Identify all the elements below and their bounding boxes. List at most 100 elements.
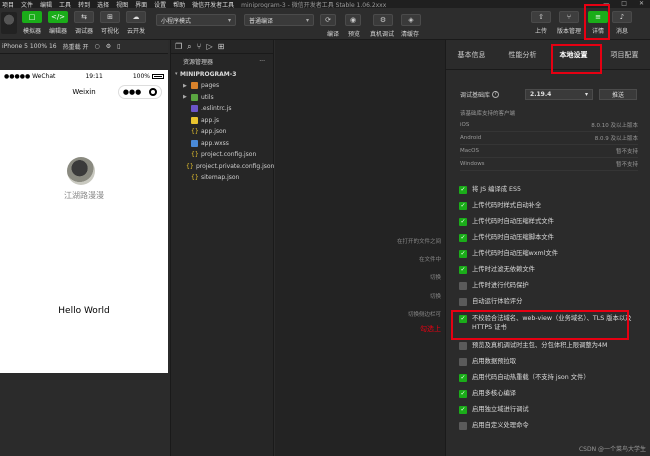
refresh-icon[interactable]: ⟳ (320, 14, 336, 26)
debug-run-icon[interactable]: ▷ (206, 42, 212, 51)
menu-item[interactable]: 转到 (78, 0, 90, 9)
avatar[interactable] (67, 157, 95, 185)
hotreload-select[interactable]: 热重载 开 (63, 42, 89, 51)
setting-option[interactable]: ✓ 上传代码时自动压缩脚本文件 (459, 233, 639, 242)
support-row: Android 8.0.9 及以上版本 (460, 132, 638, 145)
version-button[interactable]: ⑂ 版本管理 (557, 11, 581, 35)
file-item[interactable]: {} app.json (171, 126, 273, 138)
file-item[interactable]: app.wxss (171, 138, 273, 150)
checkbox-checked[interactable]: ✓ (459, 217, 467, 226)
clearcache-label[interactable]: 清缓存 (401, 29, 419, 38)
eye-icon[interactable]: ◉ (345, 14, 361, 26)
settings-icon[interactable]: ⚙ (106, 43, 111, 50)
file-item[interactable]: ▶ utils (171, 92, 273, 104)
compile-select[interactable]: 普通编译 ▾ (244, 14, 314, 26)
extensions-icon[interactable]: ⊞ (218, 42, 225, 51)
checkbox-unchecked[interactable] (459, 341, 467, 350)
js-file-icon (191, 116, 198, 124)
shortcut-hint: 切换 (429, 294, 441, 300)
support-status: 8.0.9 及以上版本 (594, 136, 638, 142)
layers-icon[interactable]: ◈ (401, 14, 421, 26)
cloud-button[interactable]: ☁ 云开发 (125, 11, 147, 35)
help-icon[interactable]: ? (492, 91, 500, 98)
checkbox-checked[interactable]: ✓ (459, 185, 467, 194)
maximize-icon[interactable]: □ (621, 0, 627, 7)
upload-button[interactable]: ⇧ 上传 (530, 11, 552, 35)
library-version-select[interactable]: 2.19.4 ▾ (525, 89, 594, 100)
menu-item[interactable]: 视图 (116, 0, 128, 9)
tab-basic-info[interactable]: 基本信息 (446, 50, 497, 60)
file-item[interactable]: .eslintrc.js (171, 103, 273, 115)
menu-item[interactable]: 编辑 (40, 0, 52, 9)
device-select[interactable]: iPhone 5 100% 16 (2, 43, 57, 50)
stop-icon[interactable]: ○ (95, 43, 100, 50)
tab-performance[interactable]: 性能分析 (497, 50, 548, 60)
menu-item[interactable]: 项目 (2, 0, 14, 9)
setting-option[interactable]: 启用自定义处理命令 (459, 421, 639, 430)
menu-item[interactable]: 微信开发者工具 (192, 0, 234, 9)
user-avatar-small[interactable] (1, 12, 17, 34)
setting-option[interactable]: ✓ 启用多核心编译 (459, 389, 639, 398)
checkbox-unchecked[interactable] (459, 281, 467, 290)
editor-button[interactable]: </> 编辑器 (47, 11, 69, 35)
mode-select[interactable]: 小程序模式 ▾ (156, 14, 236, 26)
checkbox-checked[interactable]: ✓ (459, 201, 467, 210)
simulator-button[interactable]: □ 模拟器 (21, 11, 43, 35)
capsule-menu[interactable]: ●●● (118, 85, 162, 99)
setting-option[interactable]: 启用数据预拉取 (459, 357, 639, 366)
support-row: Windows 暂不支持 (460, 158, 638, 171)
git-icon[interactable]: ⑂ (197, 42, 202, 51)
realdebug-icon[interactable]: ⚙ (373, 14, 393, 26)
setting-option[interactable]: ✓ 上传代码时样式自动补全 (459, 201, 639, 210)
preview-label[interactable]: 预览 (348, 29, 360, 38)
checkbox-unchecked[interactable] (459, 297, 467, 306)
checkbox-unchecked[interactable] (459, 357, 467, 366)
menu-item[interactable]: 帮助 (173, 0, 185, 9)
realdebug-label[interactable]: 真机调试 (370, 29, 394, 38)
checkbox-checked[interactable]: ✓ (459, 249, 467, 258)
compile-label[interactable]: 编译 (327, 29, 339, 38)
tab-project-config[interactable]: 项目配置 (599, 50, 650, 60)
more-icon[interactable]: ··· (259, 58, 265, 65)
file-item[interactable]: {} project.config.json (171, 149, 273, 161)
visual-button[interactable]: ⊞ 可视化 (99, 11, 121, 35)
menu-item[interactable]: 选择 (97, 0, 109, 9)
setting-option[interactable]: ✓ 启用独立域进行调试 (459, 405, 639, 414)
setting-option[interactable]: ✓ 将 JS 编译成 ES5 (459, 185, 639, 194)
files-icon[interactable]: ❐ (175, 42, 182, 51)
setting-option[interactable]: ✓ 上传代码时自动压缩样式文件 (459, 217, 639, 226)
close-target-icon[interactable] (149, 88, 158, 96)
setting-option[interactable]: 上传时进行代码保护 (459, 281, 639, 290)
debugger-button[interactable]: ⇆ 调试器 (73, 11, 95, 35)
checkbox-checked[interactable]: ✓ (459, 265, 467, 274)
menu-item[interactable]: 工具 (59, 0, 71, 9)
setting-label: 启用自定义处理命令 (472, 422, 529, 429)
setting-option[interactable]: ✓ 启用代码自动热重载（不支持 json 文件） (459, 373, 639, 382)
file-item[interactable]: ▶ pages (171, 80, 273, 92)
push-button[interactable]: 推送 (599, 89, 638, 100)
menu-item[interactable]: 设置 (154, 0, 166, 9)
close-icon[interactable]: ✕ (639, 0, 644, 7)
search-icon[interactable]: ⌕ (187, 42, 191, 52)
checkbox-unchecked[interactable] (459, 421, 467, 430)
window-title: miniprogram-3 - 微信开发者工具 Stable 1.06.2xxx (241, 1, 387, 9)
checkbox-checked[interactable]: ✓ (459, 373, 467, 382)
chevron-down-icon: ▾ (585, 91, 589, 98)
file-item[interactable]: {} project.private.config.json (171, 161, 274, 173)
file-item[interactable]: {} sitemap.json (171, 172, 273, 184)
setting-option[interactable]: ✓ 上传时过滤无依赖文件 (459, 265, 639, 274)
setting-option[interactable]: 自动运行体验评分 (459, 297, 639, 306)
checkbox-checked[interactable]: ✓ (459, 233, 467, 242)
checkbox-checked[interactable]: ✓ (459, 389, 467, 398)
menu-item[interactable]: 界面 (135, 0, 147, 9)
message-button[interactable]: ♪ 消息 (611, 11, 633, 35)
more-icon[interactable]: ●●● (123, 88, 141, 96)
file-item[interactable]: app.js (171, 115, 273, 127)
setting-option[interactable]: 预览及真机调试时主包、分包体积上限调整为4M (459, 341, 639, 350)
menu-item[interactable]: 文件 (21, 0, 33, 9)
checkbox-checked[interactable]: ✓ (459, 405, 467, 414)
sidebar-icon[interactable]: ▯ (117, 43, 120, 50)
setting-option[interactable]: ✓ 上传代码时自动压缩wxml文件 (459, 249, 639, 258)
project-root[interactable]: ▾ MINIPROGRAM-3 (171, 68, 273, 80)
setting-label: 启用独立域进行调试 (472, 406, 529, 413)
